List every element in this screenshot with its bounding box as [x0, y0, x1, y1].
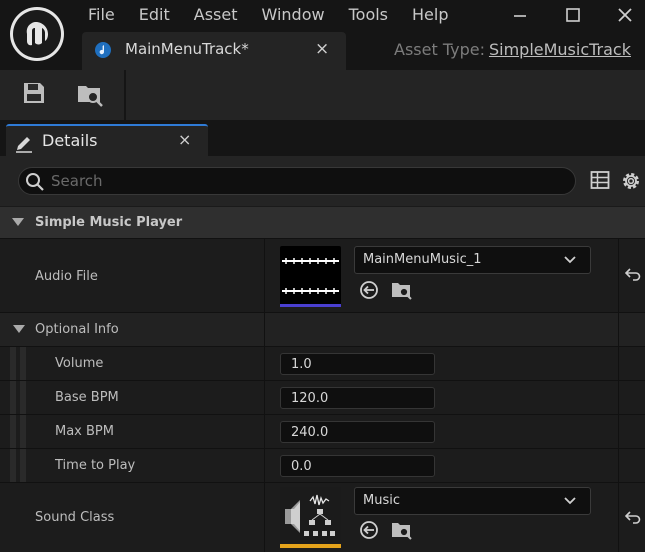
reset-to-default-icon[interactable] [625, 510, 641, 524]
details-panel: Simple Music Player Audio File [0, 156, 645, 552]
browse-asset-icon [78, 86, 103, 107]
browse-asset-icon[interactable] [391, 519, 413, 541]
audio-file-value: MainMenuMusic_1 [363, 252, 482, 267]
time-to-play-field[interactable]: 0.0 [280, 455, 435, 477]
base-bpm-field[interactable]: 120.0 [280, 387, 435, 409]
volume-field[interactable]: 1.0 [280, 353, 435, 375]
sound-class-thumbnail[interactable] [280, 487, 341, 548]
audio-file-thumbnail[interactable] [280, 246, 341, 307]
property-row-max-bpm: Max BPM 240.0 [0, 414, 645, 448]
chevron-down-icon [564, 256, 576, 264]
property-matrix-icon[interactable] [590, 170, 610, 190]
optional-info-label: Optional Info [35, 322, 119, 337]
save-button[interactable] [21, 80, 51, 110]
save-icon [24, 83, 44, 103]
reset-to-default-icon[interactable] [625, 267, 641, 281]
menu-help[interactable]: Help [412, 4, 448, 28]
property-row-base-bpm: Base BPM 120.0 [0, 380, 645, 414]
minimize-icon [514, 15, 526, 17]
sound-class-value: Music [363, 493, 400, 508]
maximize-icon [566, 8, 580, 22]
details-tab-strip: Details × [0, 120, 645, 156]
waveform-icon [280, 258, 341, 307]
gear-icon[interactable] [620, 170, 642, 192]
category-label: Simple Music Player [35, 215, 183, 230]
details-tab-label: Details [42, 131, 98, 150]
asset-type-indicator: Asset Type: SimpleMusicTrack [394, 40, 631, 59]
menu-file[interactable]: File [88, 4, 115, 28]
sound-class-label: Sound Class [35, 510, 115, 525]
search-icon [26, 173, 44, 191]
asset-type-link[interactable]: SimpleMusicTrack [489, 40, 631, 59]
category-optional-info[interactable]: Optional Info [0, 312, 645, 346]
audio-file-combo[interactable]: MainMenuMusic_1 [354, 246, 591, 274]
close-icon [618, 8, 632, 22]
asset-tab-close-button[interactable]: × [315, 39, 329, 59]
base-bpm-label: Base BPM [55, 390, 119, 405]
asset-type-label: Asset Type: [394, 40, 485, 59]
asset-editor-tab[interactable]: MainMenuTrack* × [82, 32, 346, 70]
sound-class-icon [280, 487, 341, 548]
menu-edit[interactable]: Edit [139, 4, 170, 28]
browse-to-asset-button[interactable] [76, 80, 106, 110]
search-box [18, 167, 576, 195]
time-to-play-label: Time to Play [55, 458, 136, 473]
audio-file-label: Audio File [35, 269, 98, 284]
unreal-logo-icon[interactable] [10, 7, 64, 61]
use-selected-asset-icon[interactable] [359, 520, 379, 540]
maximize-button[interactable] [558, 4, 588, 26]
asset-tab-label: MainMenuTrack* [125, 40, 249, 58]
property-row-time-to-play: Time to Play 0.0 [0, 448, 645, 482]
max-bpm-value: 240.0 [291, 425, 329, 440]
sound-class-combo[interactable]: Music [354, 487, 591, 515]
collapse-arrow-icon[interactable] [13, 325, 25, 333]
property-row-sound-class: Sound Class Music [0, 482, 645, 552]
details-tab-close-button[interactable]: × [178, 130, 191, 149]
max-bpm-label: Max BPM [55, 424, 114, 439]
title-bar: File Edit Asset Window Tools Help MainMe… [0, 0, 645, 70]
time-to-play-value: 0.0 [291, 459, 312, 474]
collapse-arrow-icon[interactable] [12, 218, 24, 226]
toolbar [0, 70, 645, 120]
toolbar-separator [124, 70, 126, 120]
category-simple-music-player[interactable]: Simple Music Player [0, 206, 645, 238]
music-track-icon [95, 42, 111, 58]
menu-window[interactable]: Window [262, 4, 325, 28]
volume-value: 1.0 [291, 357, 312, 372]
browse-asset-icon[interactable] [391, 279, 413, 301]
menu-bar: File Edit Asset Window Tools Help [88, 4, 473, 28]
base-bpm-value: 120.0 [291, 391, 329, 406]
use-selected-asset-icon[interactable] [359, 280, 379, 300]
menu-tools[interactable]: Tools [349, 4, 388, 28]
property-row-audio-file: Audio File MainMenuMusic_1 [0, 238, 645, 312]
max-bpm-field[interactable]: 240.0 [280, 421, 435, 443]
menu-asset[interactable]: Asset [194, 4, 238, 28]
details-tab[interactable]: Details × [6, 124, 208, 156]
search-input[interactable] [51, 170, 561, 192]
chevron-down-icon [564, 497, 576, 505]
property-row-volume: Volume 1.0 [0, 346, 645, 380]
volume-label: Volume [55, 356, 104, 371]
minimize-button[interactable] [505, 4, 535, 26]
details-pencil-icon [16, 137, 32, 153]
close-window-button[interactable] [610, 4, 640, 26]
